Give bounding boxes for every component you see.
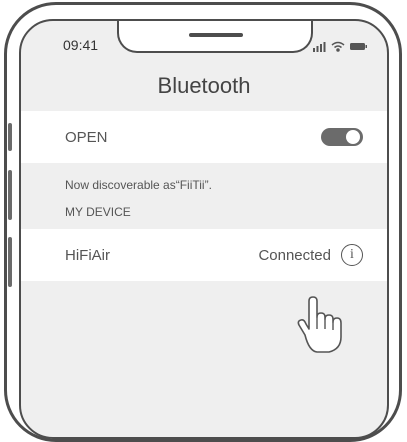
page-title: Bluetooth (157, 73, 251, 98)
status-time: 09:41 (63, 37, 99, 53)
my-device-section-label: MY DEVICE (65, 205, 131, 219)
open-label: OPEN (65, 128, 108, 146)
side-button-volume-up (8, 170, 12, 220)
phone-screen: 09:41 Bluetooth OPEN Now discoverable as… (19, 19, 389, 439)
wifi-icon (331, 41, 345, 52)
device-name: HiFiAir (65, 246, 110, 264)
toggle-knob (346, 130, 360, 144)
status-icons (313, 41, 367, 52)
connection-status: Connected (258, 246, 331, 264)
device-row-hifiair[interactable]: HiFiAir Connected i (21, 229, 387, 281)
bluetooth-toggle[interactable] (321, 128, 363, 146)
info-icon[interactable]: i (341, 244, 363, 266)
pointer-hand-icon (297, 296, 342, 353)
discoverable-text: Now discoverable as“FiiTii”. (65, 178, 212, 192)
bluetooth-open-row: OPEN (21, 111, 387, 163)
side-button-silent (8, 123, 12, 151)
side-button-volume-down (8, 237, 12, 287)
speaker-grille (189, 33, 243, 37)
battery-icon (350, 43, 367, 50)
signal-icon (313, 42, 326, 52)
notch (117, 21, 313, 53)
